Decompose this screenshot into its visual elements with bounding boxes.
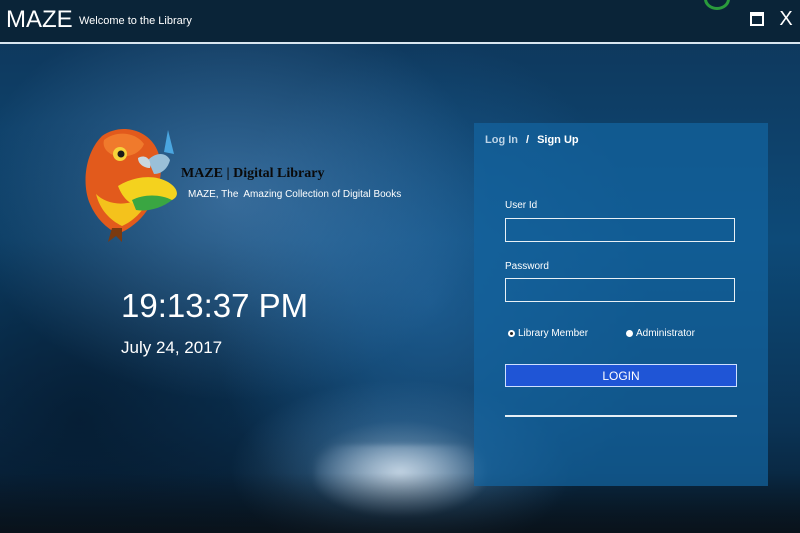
app-title: MAZE bbox=[6, 6, 73, 33]
clock-date: July 24, 2017 bbox=[121, 338, 223, 357]
restore-button[interactable] bbox=[746, 8, 768, 30]
auth-tabs: Log In / Sign Up bbox=[485, 134, 579, 146]
user-id-label: User Id bbox=[505, 200, 538, 211]
tab-separator: / bbox=[526, 134, 530, 146]
clock-time: 19:13:37 PM bbox=[121, 287, 309, 324]
parrot-logo-icon bbox=[85, 129, 177, 242]
status-ring-icon bbox=[704, 0, 730, 10]
login-panel: Log In / Sign Up User Id Password Library … bbox=[474, 123, 768, 486]
title-bar: MAZE Welcome to the Library X bbox=[0, 0, 800, 42]
radio-selected-icon bbox=[508, 330, 515, 337]
app-subtitle: Welcome to the Library bbox=[79, 15, 192, 27]
title-bar-divider bbox=[0, 42, 800, 44]
tab-login[interactable]: Log In bbox=[485, 134, 518, 146]
tab-signup[interactable]: Sign Up bbox=[537, 134, 579, 146]
radio-administrator-label: Administrator bbox=[636, 328, 695, 339]
radio-administrator[interactable]: Administrator bbox=[626, 328, 695, 339]
close-button[interactable]: X bbox=[775, 8, 797, 30]
radio-library-member-label: Library Member bbox=[518, 328, 589, 339]
restore-icon bbox=[750, 12, 764, 26]
password-label: Password bbox=[505, 261, 549, 272]
user-id-input[interactable] bbox=[505, 218, 735, 242]
radio-unselected-icon bbox=[626, 330, 633, 337]
password-input[interactable] bbox=[505, 278, 735, 302]
brand-tagline: MAZE, The Amazing Collection of Digital … bbox=[188, 189, 402, 200]
login-button[interactable]: LOGIN bbox=[505, 364, 737, 387]
brand-title: MAZE | Digital Library bbox=[181, 166, 325, 181]
close-icon: X bbox=[779, 8, 793, 30]
radio-library-member[interactable]: Library Member bbox=[508, 328, 588, 339]
panel-divider bbox=[505, 415, 737, 417]
